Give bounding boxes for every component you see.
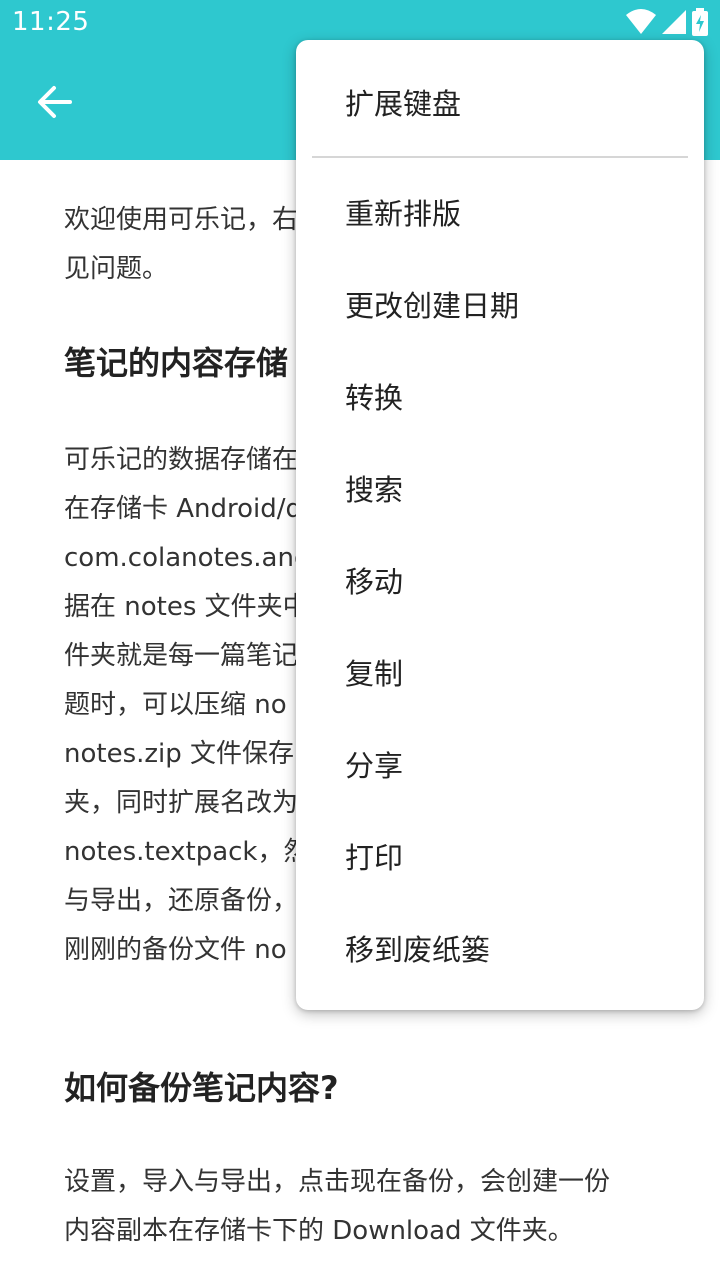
menu-item-move[interactable]: 移动 (296, 534, 704, 626)
menu-item-print[interactable]: 打印 (296, 810, 704, 902)
menu-divider (312, 156, 688, 158)
menu-item-label: 分享 (345, 749, 404, 783)
arrow-left-icon (36, 84, 72, 124)
menu-item-label: 更改创建日期 (345, 289, 520, 323)
menu-item-reformat[interactable]: 重新排版 (296, 166, 704, 258)
menu-item-search[interactable]: 搜索 (296, 442, 704, 534)
menu-item-label: 转换 (345, 381, 404, 415)
menu-item-label: 打印 (345, 841, 404, 875)
menu-item-convert[interactable]: 转换 (296, 350, 704, 442)
menu-item-label: 复制 (345, 657, 404, 691)
menu-item-label: 搜索 (345, 473, 404, 507)
wifi-icon (626, 9, 656, 39)
menu-item-label: 扩展键盘 (345, 87, 462, 121)
status-icons (626, 8, 708, 40)
para-line: 内容副本在存储卡下的 Download 文件夹。 (64, 1216, 574, 1246)
menu-item-change-created-date[interactable]: 更改创建日期 (296, 258, 704, 350)
battery-charging-icon (692, 8, 708, 40)
back-button[interactable] (24, 74, 84, 134)
menu-item-extended-keyboard[interactable]: 扩展键盘 (296, 56, 704, 148)
menu-item-move-to-trash[interactable]: 移到废纸篓 (296, 902, 704, 994)
menu-item-label: 重新排版 (345, 197, 462, 231)
signal-icon (662, 10, 686, 38)
menu-item-share[interactable]: 分享 (296, 718, 704, 810)
status-time: 11:25 (12, 7, 90, 37)
menu-item-label: 移动 (345, 565, 404, 599)
menu-item-label: 移到废纸篓 (345, 933, 491, 967)
menu-item-copy[interactable]: 复制 (296, 626, 704, 718)
heading-backup: 如何备份笔记内容? (64, 1069, 339, 1107)
overflow-menu: 扩展键盘 重新排版 更改创建日期 转换 搜索 移动 复制 分享 打印 移到废纸篓 (296, 40, 704, 1010)
para-line: 设置，导入与导出，点击现在备份，会创建一份 (64, 1167, 611, 1197)
